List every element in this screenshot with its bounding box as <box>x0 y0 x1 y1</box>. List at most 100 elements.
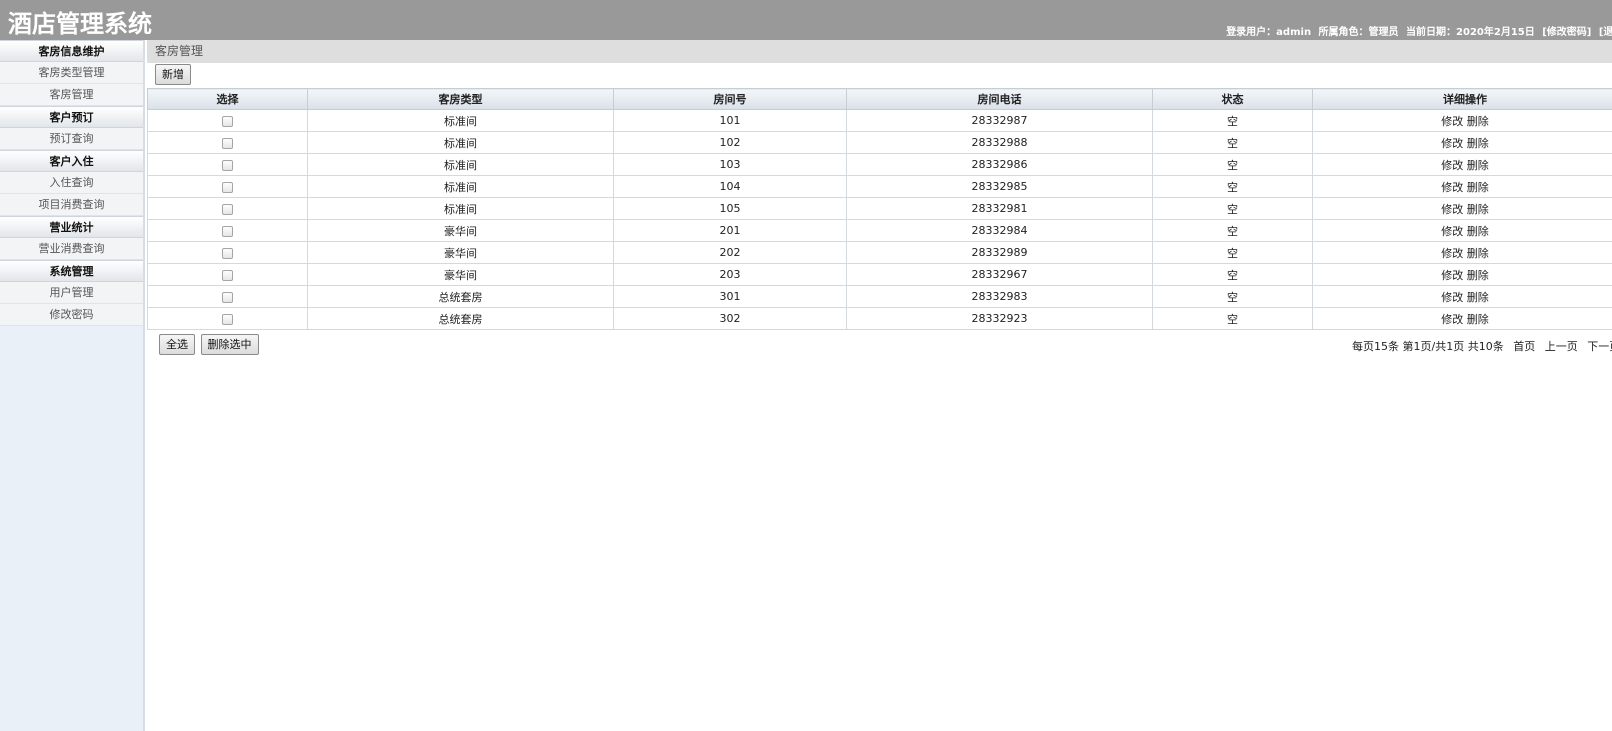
room-phone-cell: 28332989 <box>846 241 1153 264</box>
login-user-label: 登录用户：admin <box>1226 27 1312 38</box>
status-cell: 空 <box>1152 153 1313 176</box>
status-cell: 空 <box>1152 285 1313 308</box>
main-content: 客房管理 新增 选择 客房类型 房间号 房间电话 状态 详细操作 标准间 101… <box>147 40 1612 731</box>
sidebar-item-user-management[interactable]: 用户管理 <box>0 282 143 304</box>
row-checkbox[interactable] <box>222 225 233 237</box>
sidebar-item-revenue-query[interactable]: 营业消费查询 <box>0 238 143 260</box>
room-phone-cell: 28332983 <box>846 285 1153 308</box>
sidebar-group-title[interactable]: 客户入住 <box>0 150 143 172</box>
edit-link[interactable]: 修改 <box>1441 247 1463 260</box>
table-row: 标准间 102 28332988 空 修改 删除 <box>147 131 1612 154</box>
select-all-button[interactable]: 全选 <box>159 334 195 355</box>
column-header-select: 选择 <box>147 88 308 110</box>
row-checkbox[interactable] <box>222 313 233 325</box>
row-checkbox[interactable] <box>222 203 233 215</box>
sidebar-item-consumption-query[interactable]: 项目消费查询 <box>0 194 143 216</box>
delete-link[interactable]: 删除 <box>1467 203 1489 216</box>
room-number-cell: 201 <box>613 219 847 242</box>
row-checkbox[interactable] <box>222 247 233 259</box>
edit-link[interactable]: 修改 <box>1441 203 1463 216</box>
actions-cell: 修改 删除 <box>1312 131 1612 154</box>
sidebar-item-room-type-management[interactable]: 客房类型管理 <box>0 62 143 84</box>
sidebar-group-statistics: 营业统计 营业消费查询 <box>0 216 143 260</box>
row-checkbox[interactable] <box>222 159 233 171</box>
table-row: 标准间 103 28332986 空 修改 删除 <box>147 153 1612 176</box>
select-cell <box>147 175 308 198</box>
edit-link[interactable]: 修改 <box>1441 269 1463 282</box>
table-row: 豪华间 202 28332989 空 修改 删除 <box>147 241 1612 264</box>
column-header-room-number: 房间号 <box>613 88 847 110</box>
delete-link[interactable]: 删除 <box>1467 291 1489 304</box>
delete-link[interactable]: 删除 <box>1467 313 1489 326</box>
edit-link[interactable]: 修改 <box>1441 225 1463 238</box>
sidebar-group-title[interactable]: 系统管理 <box>0 260 143 282</box>
edit-link[interactable]: 修改 <box>1441 313 1463 326</box>
room-number-cell: 102 <box>613 131 847 154</box>
sidebar-item-change-password[interactable]: 修改密码 <box>0 304 143 326</box>
room-phone-cell: 28332985 <box>846 175 1153 198</box>
delete-link[interactable]: 删除 <box>1467 159 1489 172</box>
delete-link[interactable]: 删除 <box>1467 225 1489 238</box>
room-type-cell: 标准间 <box>307 153 614 176</box>
room-number-cell: 104 <box>613 175 847 198</box>
delete-link[interactable]: 删除 <box>1467 247 1489 260</box>
pagination: 每页15条 第1页/共1页 共10条 首页 上一页 下一页 尾页 <box>1352 338 1612 354</box>
edit-link[interactable]: 修改 <box>1441 137 1463 150</box>
actions-cell: 修改 删除 <box>1312 109 1612 132</box>
room-type-cell: 豪华间 <box>307 219 614 242</box>
sidebar-group-title[interactable]: 客房信息维护 <box>0 40 143 62</box>
next-page-link[interactable]: 下一页 <box>1587 340 1612 353</box>
room-number-cell: 202 <box>613 241 847 264</box>
status-cell: 空 <box>1152 175 1313 198</box>
room-type-cell: 标准间 <box>307 109 614 132</box>
row-checkbox[interactable] <box>222 115 233 127</box>
breadcrumb: 客房管理 <box>147 40 1612 63</box>
select-cell <box>147 285 308 308</box>
room-type-cell: 标准间 <box>307 131 614 154</box>
room-phone-cell: 28332986 <box>846 153 1153 176</box>
add-button[interactable]: 新增 <box>155 64 191 85</box>
status-cell: 空 <box>1152 307 1313 330</box>
select-cell <box>147 263 308 286</box>
edit-link[interactable]: 修改 <box>1441 181 1463 194</box>
delete-link[interactable]: 删除 <box>1467 137 1489 150</box>
change-password-link[interactable]: [修改密码] <box>1542 27 1591 38</box>
column-header-room-phone: 房间电话 <box>846 88 1153 110</box>
sidebar-group-booking: 客户预订 预订查询 <box>0 106 143 150</box>
first-page-link[interactable]: 首页 <box>1513 340 1535 353</box>
row-checkbox[interactable] <box>222 269 233 281</box>
row-checkbox[interactable] <box>222 137 233 149</box>
sidebar-item-room-management[interactable]: 客房管理 <box>0 84 143 106</box>
room-number-cell: 203 <box>613 263 847 286</box>
table-row: 标准间 105 28332981 空 修改 删除 <box>147 197 1612 220</box>
actions-cell: 修改 删除 <box>1312 153 1612 176</box>
select-cell <box>147 307 308 330</box>
prev-page-link[interactable]: 上一页 <box>1545 340 1578 353</box>
delete-link[interactable]: 删除 <box>1467 269 1489 282</box>
room-phone-cell: 28332981 <box>846 197 1153 220</box>
sidebar-group-title[interactable]: 营业统计 <box>0 216 143 238</box>
table-row: 豪华间 201 28332984 空 修改 删除 <box>147 219 1612 242</box>
sidebar-item-booking-query[interactable]: 预订查询 <box>0 128 143 150</box>
edit-link[interactable]: 修改 <box>1441 159 1463 172</box>
room-number-cell: 101 <box>613 109 847 132</box>
status-cell: 空 <box>1152 241 1313 264</box>
row-checkbox[interactable] <box>222 181 233 193</box>
edit-link[interactable]: 修改 <box>1441 291 1463 304</box>
edit-link[interactable]: 修改 <box>1441 115 1463 128</box>
sidebar-group-title[interactable]: 客户预订 <box>0 106 143 128</box>
select-cell <box>147 153 308 176</box>
logout-link[interactable]: [退出] <box>1599 27 1612 38</box>
row-checkbox[interactable] <box>222 291 233 303</box>
delete-selected-button[interactable]: 删除选中 <box>200 334 259 355</box>
actions-cell: 修改 删除 <box>1312 219 1612 242</box>
select-cell <box>147 197 308 220</box>
role-label: 所属角色：管理员 <box>1318 27 1399 38</box>
delete-link[interactable]: 删除 <box>1467 181 1489 194</box>
table-row: 豪华间 203 28332967 空 修改 删除 <box>147 263 1612 286</box>
sidebar-item-checkin-query[interactable]: 入住查询 <box>0 172 143 194</box>
date-label: 当前日期：2020年2月15日 <box>1406 27 1535 38</box>
sidebar-group-room-info: 客房信息维护 客房类型管理 客房管理 <box>0 40 143 106</box>
select-cell <box>147 241 308 264</box>
delete-link[interactable]: 删除 <box>1467 115 1489 128</box>
